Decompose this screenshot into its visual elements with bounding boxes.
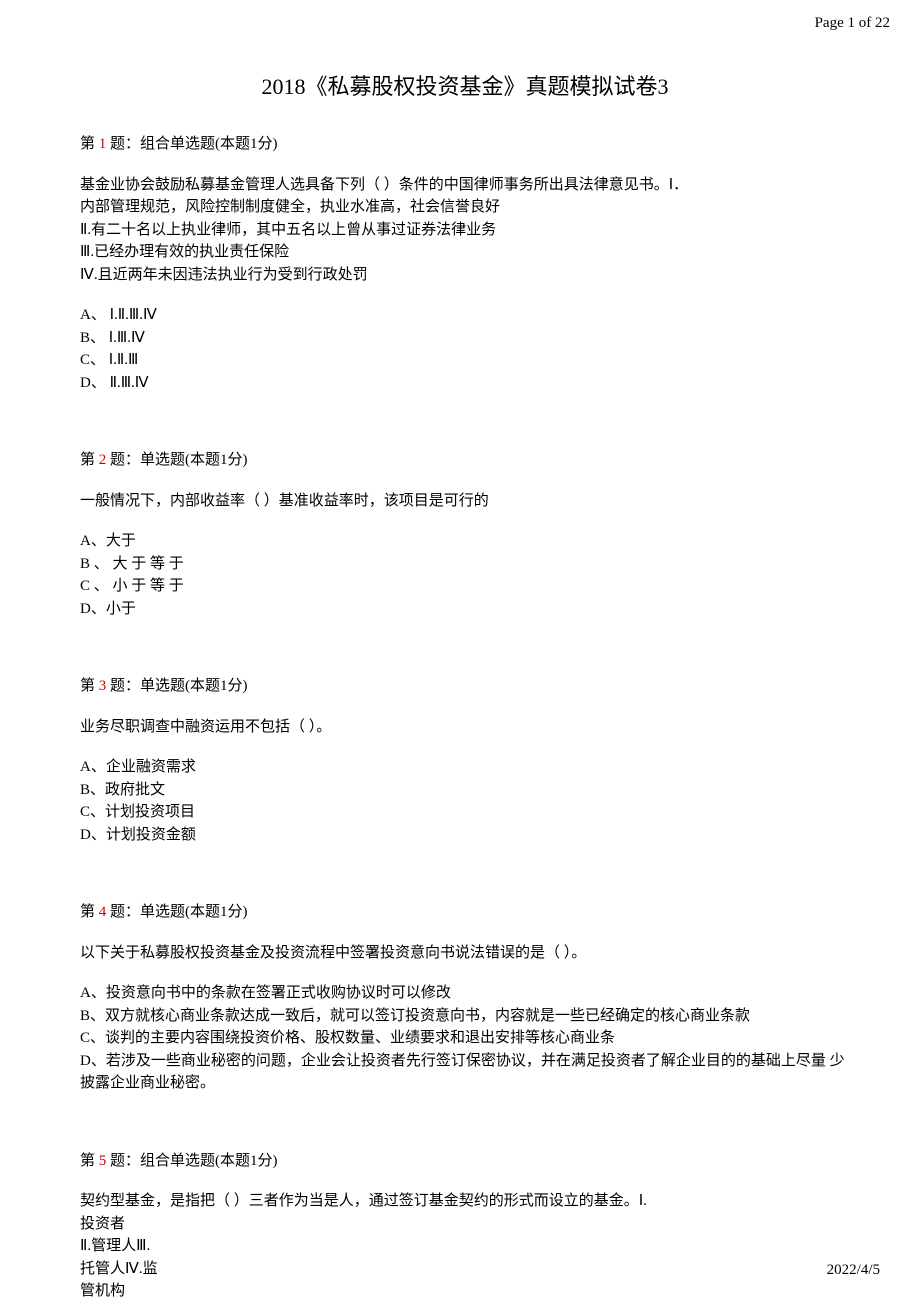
question-option: C、谈判的主要内容围绕投资价格、股权数量、业绩要求和退出安排等核心商业条 (80, 1027, 850, 1050)
question-header: 第 3 题：单选题(本题1分) (80, 675, 850, 698)
question-option: B 、 大 于 等 于 (80, 553, 850, 576)
question-label-suffix: 题：单选题(本题1分) (106, 678, 247, 694)
question-header: 第 5 题：组合单选题(本题1分) (80, 1150, 850, 1173)
question-options: A、企业融资需求B、政府批文C、计划投资项目D、计划投资金额 (80, 756, 850, 846)
question-label-suffix: 题：组合单选题(本题1分) (106, 136, 277, 152)
question-option: B、双方就核心商业条款达成一致后，就可以签订投资意向书，内容就是一些已经确定的核… (80, 1005, 850, 1028)
question-options: A、 Ⅰ.Ⅱ.Ⅲ.ⅣB、 Ⅰ.Ⅲ.ⅣC、 Ⅰ.Ⅱ.ⅢD、 Ⅱ.Ⅲ.Ⅳ (80, 304, 850, 394)
question-option: C、计划投资项目 (80, 801, 850, 824)
question-body-line: 投资者 (80, 1213, 850, 1236)
question-option: D、若涉及一些商业秘密的问题，企业会让投资者先行签订保密协议，并在满足投资者了解… (80, 1050, 850, 1095)
question-body-line: 以下关于私募股权投资基金及投资流程中签署投资意向书说法错误的是（ ）。 (80, 942, 850, 965)
page-date: 2022/4/5 (827, 1259, 880, 1282)
question-option: C 、 小 于 等 于 (80, 575, 850, 598)
question-option: C、 Ⅰ.Ⅱ.Ⅲ (80, 349, 850, 372)
question-label-prefix: 第 (80, 678, 99, 694)
question-block: 第 2 题：单选题(本题1分) 一般情况下，内部收益率（ ）基准收益率时，该项目是… (80, 449, 850, 620)
question-body: 业务尽职调查中融资运用不包括（ ）。 (80, 716, 850, 739)
question-label-prefix: 第 (80, 904, 99, 920)
question-options: A、大于B 、 大 于 等 于C 、 小 于 等 于D、小于 (80, 530, 850, 620)
question-block: 第 5 题：组合单选题(本题1分) 契约型基金，是指把（ ）三者作为当是人，通过签… (80, 1150, 850, 1303)
question-body-line: 管机构 (80, 1280, 850, 1303)
question-label-prefix: 第 (80, 1153, 99, 1169)
question-body-line: Ⅱ.管理人Ⅲ. (80, 1235, 850, 1258)
question-label-prefix: 第 (80, 136, 99, 152)
question-option: A、企业融资需求 (80, 756, 850, 779)
page-number: Page 1 of 22 (815, 12, 890, 35)
question-option: A、大于 (80, 530, 850, 553)
question-header: 第 1 题：组合单选题(本题1分) (80, 133, 850, 156)
question-header: 第 2 题：单选题(本题1分) (80, 449, 850, 472)
question-body-line: 内部管理规范，风险控制制度健全，执业水准高，社会信誉良好 (80, 196, 850, 219)
question-option: A、投资意向书中的条款在签署正式收购协议时可以修改 (80, 982, 850, 1005)
question-label-suffix: 题：单选题(本题1分) (106, 452, 247, 468)
question-body: 以下关于私募股权投资基金及投资流程中签署投资意向书说法错误的是（ ）。 (80, 942, 850, 965)
question-body-line: 契约型基金，是指把（ ）三者作为当是人，通过签订基金契约的形式而设立的基金。Ⅰ. (80, 1190, 850, 1213)
question-body-line: Ⅲ.已经办理有效的执业责任保险 (80, 241, 850, 264)
question-body: 契约型基金，是指把（ ）三者作为当是人，通过签订基金契约的形式而设立的基金。Ⅰ.… (80, 1190, 850, 1303)
question-option: D、计划投资金额 (80, 824, 850, 847)
question-body-line: Ⅱ.有二十名以上执业律师，其中五名以上曾从事过证券法律业务 (80, 219, 850, 242)
question-option: D、小于 (80, 598, 850, 621)
question-options: A、投资意向书中的条款在签署正式收购协议时可以修改B、双方就核心商业条款达成一致… (80, 982, 850, 1095)
question-option: B、 Ⅰ.Ⅲ.Ⅳ (80, 327, 850, 350)
question-body: 基金业协会鼓励私募基金管理人选具备下列（ ）条件的中国律师事务所出具法律意见书。… (80, 174, 850, 287)
question-block: 第 1 题：组合单选题(本题1分) 基金业协会鼓励私募基金管理人选具备下列（ ）条… (80, 133, 850, 394)
question-header: 第 4 题：单选题(本题1分) (80, 901, 850, 924)
document-title: 2018《私募股权投资基金》真题模拟试卷3 (80, 70, 850, 103)
question-label-suffix: 题：组合单选题(本题1分) (106, 1153, 277, 1169)
question-body-line: 一般情况下，内部收益率（ ）基准收益率时，该项目是可行的 (80, 490, 850, 513)
question-label-suffix: 题：单选题(本题1分) (106, 904, 247, 920)
question-block: 第 4 题：单选题(本题1分) 以下关于私募股权投资基金及投资流程中签署投资意向书… (80, 901, 850, 1095)
question-option: D、 Ⅱ.Ⅲ.Ⅳ (80, 372, 850, 395)
question-body: 一般情况下，内部收益率（ ）基准收益率时，该项目是可行的 (80, 490, 850, 513)
question-option: B、政府批文 (80, 779, 850, 802)
question-body-line: 业务尽职调查中融资运用不包括（ ）。 (80, 716, 850, 739)
question-body-line: 托管人Ⅳ.监 (80, 1258, 850, 1281)
question-option: A、 Ⅰ.Ⅱ.Ⅲ.Ⅳ (80, 304, 850, 327)
question-body-line: 基金业协会鼓励私募基金管理人选具备下列（ ）条件的中国律师事务所出具法律意见书。… (80, 174, 850, 197)
question-block: 第 3 题：单选题(本题1分) 业务尽职调查中融资运用不包括（ ）。 A、企业融资需… (80, 675, 850, 846)
question-body-line: Ⅳ.且近两年未因违法执业行为受到行政处罚 (80, 264, 850, 287)
question-label-prefix: 第 (80, 452, 99, 468)
